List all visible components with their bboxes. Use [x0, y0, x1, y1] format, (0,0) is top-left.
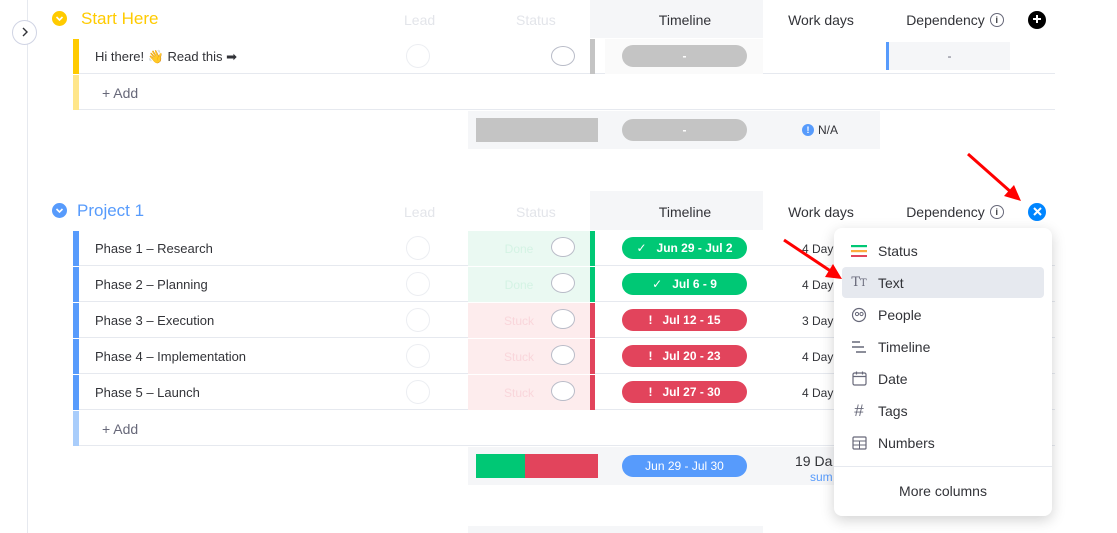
annotation-arrows [783, 152, 1021, 279]
red-arrow-to-text-item [783, 238, 842, 279]
red-arrow-to-close-icon [967, 152, 1021, 201]
